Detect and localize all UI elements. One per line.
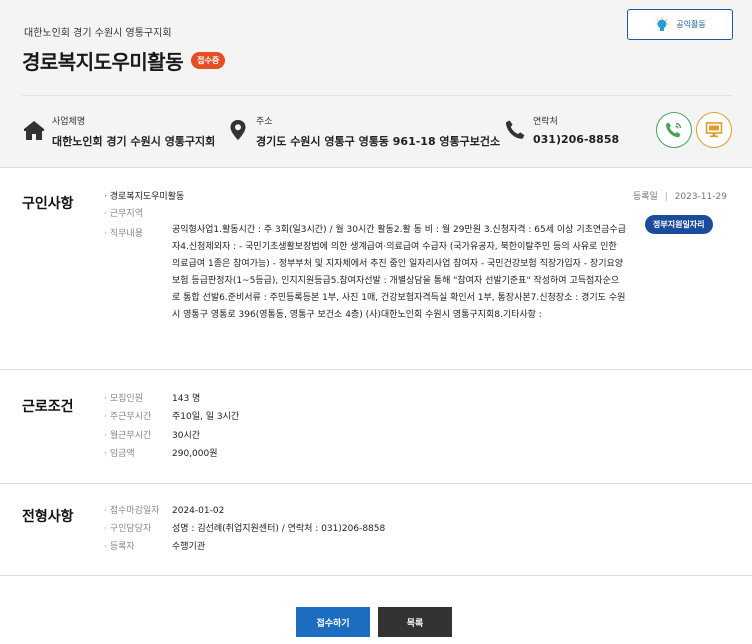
condition-row: 월근무시간 30시간 [104, 430, 200, 443]
monthly-hours-key: 월근무시간 [104, 430, 172, 443]
apply-button[interactable]: 접수하기 [296, 607, 370, 637]
weekly-hours-key: 주근무시간 [104, 411, 172, 424]
status-badge: 접수중 [191, 52, 226, 69]
registration-date-value: 2023-11-29 [674, 192, 727, 202]
work-area-key: 근무지역 [104, 208, 172, 221]
contact-label: 연락처 [533, 117, 558, 127]
deadline-key: 접수마감일자 [104, 505, 172, 518]
selection-title: 전형사항 [22, 509, 74, 525]
monitor-icon [705, 122, 723, 138]
registrant-key: 등록자 [104, 541, 172, 554]
work-area-row: 근무지역 [104, 208, 172, 221]
recruit-title: 구인사항 [22, 196, 74, 212]
manager-value: 성명 : 김선례(취업지원센터) / 연락처 : 031)206-8858 [172, 524, 386, 534]
job-header: 대한노인회 경기 수원시 영통구지회 경로복지도우미활동 접수중 공익활동 사업… [0, 0, 752, 168]
registration-date-label: 등록일 [633, 192, 658, 202]
gov-support-badge: 정부지원일자리 [645, 215, 713, 234]
list-button[interactable]: 목록 [378, 607, 452, 637]
condition-row: 주근무시간 주10일, 일 3시간 [104, 411, 239, 424]
registration-date: 등록일 | 2023-11-29 [633, 189, 727, 202]
contact-value: 031)206-8858 [533, 133, 620, 146]
date-separator: | [664, 192, 668, 202]
weekly-hours-value: 주10일, 일 3시간 [172, 412, 240, 422]
selection-section: 전형사항 접수마감일자 2024-01-02 구인담당자 성명 : 김선례(취업… [0, 484, 752, 576]
computer-button[interactable] [696, 112, 732, 148]
conditions-title: 근로조건 [22, 399, 74, 415]
contact-info: 연락처 031)206-8858 [503, 114, 619, 146]
page-title: 경로복지도우미활동 [22, 50, 184, 74]
business-info: 사업체명 대한노인회 경기 수원시 영통구지회 [22, 114, 215, 149]
job-name-row: · 경로복지도우미활동 [104, 191, 184, 204]
monthly-hours-value: 30시간 [172, 431, 201, 441]
wage-key: 임금액 [104, 448, 172, 461]
business-label: 사업체명 [52, 117, 86, 127]
deadline-value: 2024-01-02 [172, 506, 225, 516]
phone-call-icon [666, 122, 682, 138]
address-info: 주소 경기도 수원시 영통구 영통동 961-18 영통구보건소 [226, 114, 500, 149]
registrant-value: 수행기관 [172, 542, 206, 552]
title-row: 경로복지도우미활동 접수중 [22, 46, 226, 75]
public-activity-button[interactable]: 공익활동 [627, 9, 733, 40]
job-description: 공익형사업1.활동시간 : 주 3회(일3시간) / 월 30시간 활동2.활 … [172, 225, 626, 320]
conditions-section: 근로조건 모집인원 143 명 주근무시간 주10일, 일 3시간 월근무시간 … [0, 370, 752, 484]
organization-name: 대한노인회 경기 수원시 영통구지회 [24, 28, 172, 39]
address-label: 주소 [256, 117, 273, 127]
job-content-key: 직무내용 [104, 228, 172, 241]
selection-row: 접수마감일자 2024-01-02 [104, 505, 224, 518]
public-activity-label: 공익활동 [676, 20, 706, 29]
recruit-section: 구인사항 · 경로복지도우미활동 근무지역 직무내용 공익형사업1.활동시간 :… [0, 168, 752, 370]
job-name-text: 경로복지도우미활동 [109, 192, 185, 202]
condition-row: 모집인원 143 명 [104, 393, 200, 406]
selection-row: 구인담당자 성명 : 김선례(취업지원센터) / 연락처 : 031)206-8… [104, 523, 385, 536]
phone-icon [506, 120, 525, 139]
address-value: 경기도 수원시 영통구 영통동 961-18 영통구보건소 [256, 135, 501, 148]
header-divider [22, 95, 732, 96]
call-button[interactable] [656, 112, 692, 148]
location-pin-icon [230, 120, 246, 140]
selection-row: 등록자 수행기관 [104, 541, 205, 554]
lightbulb-icon [655, 17, 669, 31]
building-icon [24, 121, 44, 140]
business-value: 대한노인회 경기 수원시 영통구지회 [52, 135, 216, 148]
recruit-count-value: 143 명 [172, 394, 201, 404]
job-content-row: 직무내용 [104, 228, 172, 241]
job-name: · 경로복지도우미활동 [104, 192, 185, 202]
recruit-count-key: 모집인원 [104, 393, 172, 406]
wage-value: 290,000원 [172, 449, 218, 459]
manager-key: 구인담당자 [104, 523, 172, 536]
condition-row: 임금액 290,000원 [104, 448, 218, 461]
